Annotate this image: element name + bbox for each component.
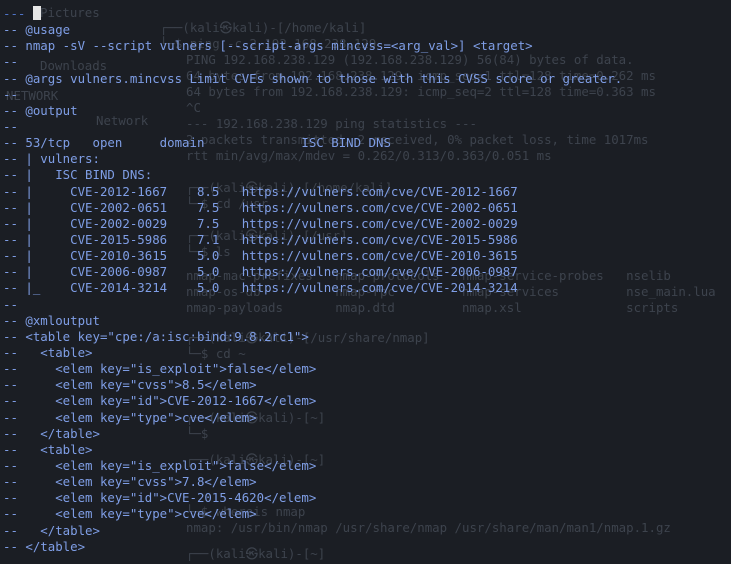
code-line: -- | vulners: <box>3 151 622 167</box>
code-line: -- <elem key="type">cve</elem> <box>3 506 622 522</box>
code-line: -- <box>3 297 622 313</box>
code-line: -- <elem key="cvss">8.5</elem> <box>3 377 622 393</box>
code-line: -- | CVE-2006-0987 5.0 https://vulners.c… <box>3 264 622 280</box>
code-line-text: -- </table> <box>3 425 100 441</box>
code-line-text: -- | CVE-2006-0987 5.0 https://vulners.c… <box>3 264 518 280</box>
code-line-text: -- | CVE-2012-1667 8.5 https://vulners.c… <box>3 183 518 199</box>
code-line-text: -- <box>3 86 18 102</box>
script-source-view[interactable]: --- -- @usage -- nmap -sV --script vulner… <box>3 6 622 555</box>
code-line-text: -- | CVE-2010-3615 5.0 https://vulners.c… <box>3 248 518 264</box>
code-line-text: -- @args vulners.mincvss Limit CVEs show… <box>3 70 623 86</box>
code-line: -- </table> <box>3 523 622 539</box>
code-line: -- | CVE-2002-0651 7.5 https://vulners.c… <box>3 200 622 216</box>
code-line-text: -- | CVE-2002-0651 7.5 https://vulners.c… <box>3 199 518 215</box>
code-line: -- <elem key="id">CVE-2012-1667</elem> <box>3 393 622 409</box>
code-line-text: -- @xmloutput <box>3 312 100 328</box>
code-line: -- | CVE-2010-3615 5.0 https://vulners.c… <box>3 248 622 264</box>
code-line-text: -- | CVE-2002-0029 7.5 https://vulners.c… <box>3 215 518 231</box>
code-line-text: -- <elem key="id">CVE-2015-4620</elem> <box>3 490 317 506</box>
code-line: -- 53/tcp open domain ISC BIND DNS <box>3 135 622 151</box>
code-line-text: -- <elem key="is_exploit">false</elem> <box>3 361 317 377</box>
code-line: -- @args vulners.mincvss Limit CVEs show… <box>3 71 622 87</box>
code-line-text: -- <box>3 54 18 70</box>
code-line-text: -- <elem key="cvss">8.5</elem> <box>3 377 257 393</box>
code-line-text: -- | ISC BIND DNS: <box>3 167 153 183</box>
code-line: -- <table> <box>3 345 622 361</box>
code-line: -- <elem key="cvss">7.8</elem> <box>3 474 622 490</box>
code-line-text: -- <box>3 296 18 312</box>
code-line: -- <box>3 54 622 70</box>
code-line-text: -- </table> <box>3 538 86 554</box>
comment-marker: --- <box>3 6 33 21</box>
code-line: -- </table> <box>3 539 622 555</box>
code-line-text: -- <table key="cpe:/a:isc:bind:9.8.2rc1"… <box>3 328 309 344</box>
code-line: -- @xmloutput <box>3 313 622 329</box>
code-line-text: -- <table> <box>3 441 93 457</box>
code-line-text: -- </table> <box>3 522 100 538</box>
code-line-text: -- | vulners: <box>3 151 100 167</box>
code-line-text: -- <elem key="cvss">7.8</elem> <box>3 474 257 490</box>
code-line: -- <table> <box>3 442 622 458</box>
code-line-text: -- nmap -sV --script vulners [--script-a… <box>3 38 533 54</box>
code-line-text: -- <box>3 118 18 134</box>
code-line: -- | CVE-2002-0029 7.5 https://vulners.c… <box>3 216 622 232</box>
code-line: -- <elem key="is_exploit">false</elem> <box>3 458 622 474</box>
code-line-text: -- <elem key="type">cve</elem> <box>3 409 257 425</box>
code-line: -- <elem key="is_exploit">false</elem> <box>3 361 622 377</box>
terminal-window[interactable]: Pictures ┌──(kali㉿kali)-[/home/kali] └─$ p… <box>0 0 731 564</box>
code-line: -- <elem key="type">cve</elem> <box>3 410 622 426</box>
code-line-text: -- <table> <box>3 344 93 360</box>
code-line: --- <box>3 6 622 22</box>
code-line: -- <elem key="id">CVE-2015-4620</elem> <box>3 490 622 506</box>
code-line: -- <box>3 87 622 103</box>
code-line-text: -- 53/tcp open domain ISC BIND DNS <box>3 135 391 151</box>
code-line: -- <box>3 119 622 135</box>
code-line: -- | ISC BIND DNS: <box>3 167 622 183</box>
code-line-text: -- @output <box>3 102 78 118</box>
code-line: -- nmap -sV --script vulners [--script-a… <box>3 38 622 54</box>
text-cursor <box>32 6 41 20</box>
code-line-text: -- |_ CVE-2014-3214 5.0 https://vulners.… <box>3 280 518 296</box>
code-line: -- @usage <box>3 22 622 38</box>
code-line: -- | CVE-2012-1667 8.5 https://vulners.c… <box>3 184 622 200</box>
code-line: -- </table> <box>3 426 622 442</box>
code-line: -- @output <box>3 103 622 119</box>
code-line-text: -- @usage <box>3 22 71 38</box>
code-line-text: -- <elem key="id">CVE-2012-1667</elem> <box>3 393 317 409</box>
code-line-text: -- | CVE-2015-5986 7.1 https://vulners.c… <box>3 231 518 247</box>
code-line-text: -- <elem key="is_exploit">false</elem> <box>3 457 317 473</box>
code-line: -- <table key="cpe:/a:isc:bind:9.8.2rc1"… <box>3 329 622 345</box>
code-line: -- |_ CVE-2014-3214 5.0 https://vulners.… <box>3 280 622 296</box>
code-line: -- | CVE-2015-5986 7.1 https://vulners.c… <box>3 232 622 248</box>
code-line-text: -- <elem key="type">cve</elem> <box>3 506 257 522</box>
